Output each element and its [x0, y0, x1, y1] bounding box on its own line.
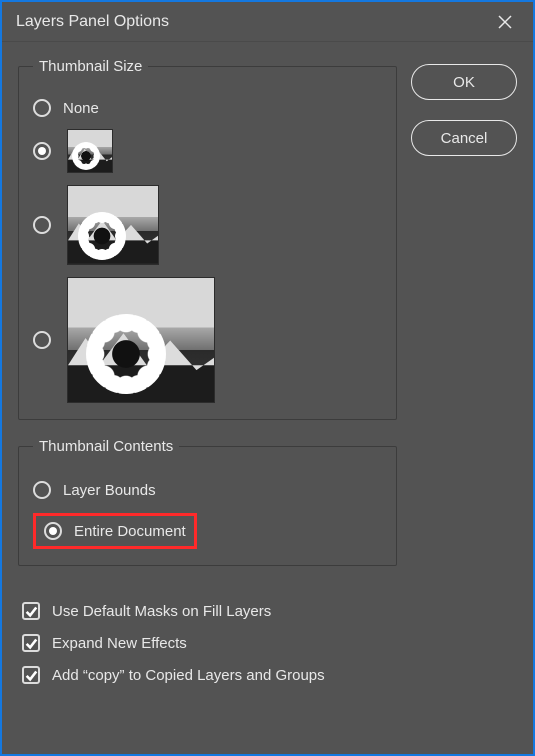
thumbnail-preview-large	[67, 277, 215, 403]
checkbox-expand-effects[interactable]	[22, 634, 40, 652]
flower-icon	[78, 212, 126, 260]
add-copy-row[interactable]: Add “copy” to Copied Layers and Groups	[22, 666, 393, 684]
close-icon	[497, 14, 513, 30]
thumbnail-preview-small	[67, 129, 113, 173]
dialog-content: Thumbnail Size None	[2, 42, 533, 694]
radio-large[interactable]	[33, 331, 51, 349]
entire-document-highlight: Entire Document	[33, 513, 197, 549]
thumbnail-size-none-row[interactable]: None	[33, 99, 382, 117]
flower-icon	[86, 314, 166, 394]
default-masks-row[interactable]: Use Default Masks on Fill Layers	[22, 602, 393, 620]
radio-none[interactable]	[33, 99, 51, 117]
button-column: OK Cancel	[411, 58, 517, 684]
thumbnail-size-group: Thumbnail Size None	[18, 58, 397, 420]
check-icon	[24, 604, 38, 618]
close-button[interactable]	[491, 8, 519, 36]
check-icon	[24, 668, 38, 682]
checkbox-add-copy-label: Add “copy” to Copied Layers and Groups	[52, 667, 325, 684]
dialog-title: Layers Panel Options	[16, 13, 169, 31]
thumbnail-preview-medium	[67, 185, 159, 265]
thumbnail-size-large-row[interactable]	[33, 277, 382, 403]
expand-effects-row[interactable]: Expand New Effects	[22, 634, 393, 652]
checkbox-add-copy[interactable]	[22, 666, 40, 684]
radio-medium[interactable]	[33, 216, 51, 234]
options-column: Thumbnail Size None	[18, 58, 397, 684]
thumbnail-size-legend: Thumbnail Size	[33, 58, 148, 75]
ok-button[interactable]: OK	[411, 64, 517, 100]
radio-none-label: None	[63, 100, 99, 117]
titlebar: Layers Panel Options	[2, 2, 533, 42]
flower-icon	[72, 142, 100, 170]
thumbnail-contents-group: Thumbnail Contents Layer Bounds Entire D…	[18, 438, 397, 566]
radio-layer-bounds[interactable]	[33, 481, 51, 499]
radio-layer-bounds-label: Layer Bounds	[63, 482, 156, 499]
radio-entire-document-label: Entire Document	[74, 523, 186, 540]
check-icon	[24, 636, 38, 650]
thumbnail-size-small-row[interactable]	[33, 129, 382, 173]
checkbox-default-masks-label: Use Default Masks on Fill Layers	[52, 603, 271, 620]
thumbnail-contents-legend: Thumbnail Contents	[33, 438, 179, 455]
checkbox-expand-effects-label: Expand New Effects	[52, 635, 187, 652]
thumbnail-size-medium-row[interactable]	[33, 185, 382, 265]
checkbox-default-masks[interactable]	[22, 602, 40, 620]
layer-bounds-row[interactable]: Layer Bounds	[33, 481, 382, 499]
checkbox-group: Use Default Masks on Fill Layers Expand …	[18, 584, 397, 684]
cancel-button[interactable]: Cancel	[411, 120, 517, 156]
radio-small[interactable]	[33, 142, 51, 160]
radio-entire-document[interactable]	[44, 522, 62, 540]
